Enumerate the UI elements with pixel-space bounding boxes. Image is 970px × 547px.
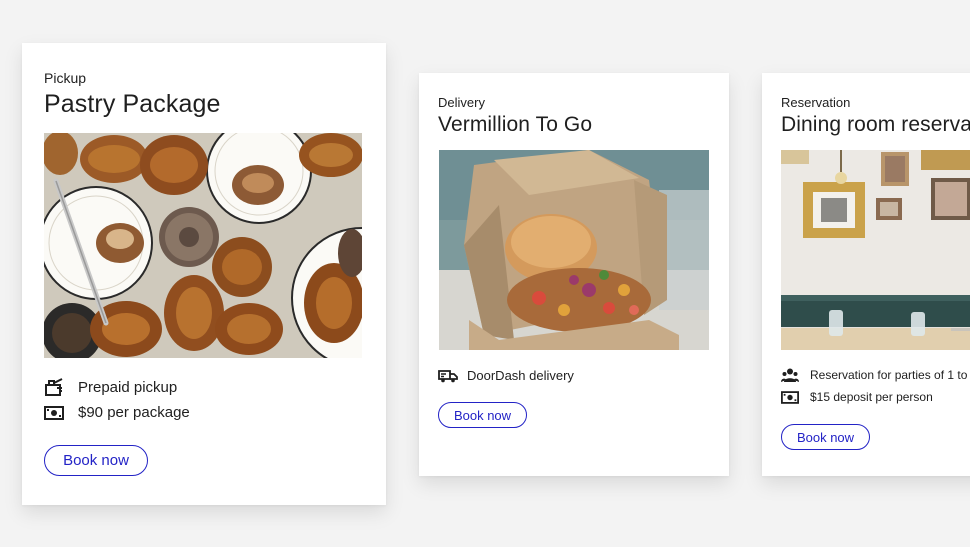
detail-text: Reservation for parties of 1 to 8: [810, 368, 970, 382]
book-now-button[interactable]: Book now: [44, 445, 148, 476]
burger-takeout-photo: [439, 150, 709, 350]
card-category: Delivery: [438, 95, 485, 110]
delivery-truck-icon: [438, 369, 467, 383]
cash-icon: [781, 390, 810, 404]
detail-row: $15 deposit per person: [781, 390, 933, 404]
detail-row: DoorDash delivery: [438, 368, 574, 383]
dining-room-photo: [781, 150, 970, 350]
detail-text: Prepaid pickup: [78, 379, 178, 396]
detail-text: $90 per package: [78, 404, 190, 421]
booking-card-pickup[interactable]: Pickup Pastry Package Prepaid pickup $90…: [22, 43, 386, 505]
booking-options-carousel: Pickup Pastry Package Prepaid pickup $90…: [0, 0, 970, 547]
card-title: Dining room reserva: [781, 113, 970, 136]
group-icon: [781, 368, 810, 382]
card-title: Vermillion To Go: [438, 113, 593, 136]
cash-icon: [44, 405, 78, 420]
booking-card-delivery[interactable]: Delivery Vermillion To Go DoorDash deliv…: [419, 73, 729, 476]
detail-row: Reservation for parties of 1 to 8: [781, 368, 970, 382]
pastries-photo: [44, 133, 362, 358]
detail-row: Prepaid pickup: [44, 378, 177, 397]
book-now-button[interactable]: Book now: [781, 424, 870, 450]
detail-row: $90 per package: [44, 404, 190, 421]
card-title: Pastry Package: [44, 90, 221, 118]
card-category: Pickup: [44, 70, 87, 86]
detail-text: $15 deposit per person: [810, 390, 933, 404]
booking-card-reservation[interactable]: Reservation Dining room reserva Reservat…: [762, 73, 970, 476]
detail-text: DoorDash delivery: [467, 368, 574, 383]
card-category: Reservation: [781, 95, 851, 110]
book-now-button[interactable]: Book now: [438, 402, 527, 428]
shopping-bag-icon: [44, 378, 78, 397]
